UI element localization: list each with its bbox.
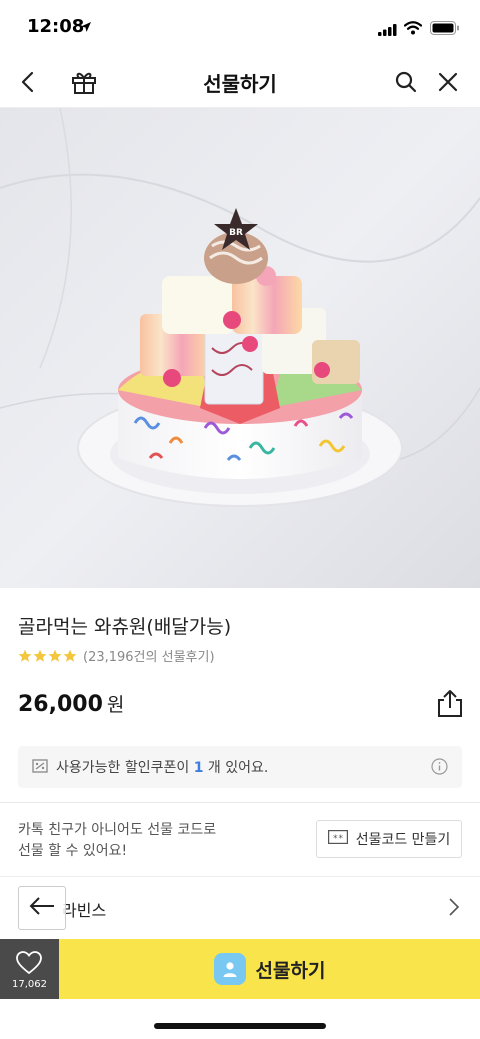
share-icon[interactable] bbox=[434, 688, 466, 720]
section-divider bbox=[0, 802, 480, 803]
brand-row[interactable]: 라빈스 bbox=[0, 877, 480, 939]
status-time: 12:08 bbox=[27, 16, 85, 37]
info-icon[interactable] bbox=[431, 758, 448, 779]
bottom-action-bar: 17,062 선물하기 bbox=[0, 939, 480, 999]
star-icon bbox=[33, 649, 47, 662]
nav-bar: 선물하기 bbox=[0, 56, 480, 108]
arrow-left-icon bbox=[28, 896, 56, 920]
star-icon bbox=[48, 649, 62, 662]
rating-row[interactable]: (23,196건의 선물후기) bbox=[18, 646, 215, 665]
giftcode-line-1: 카톡 친구가 아니어도 선물 코드로 bbox=[18, 822, 217, 838]
price-row: 26,000 원 bbox=[18, 690, 124, 717]
product-image[interactable]: BR bbox=[0, 108, 480, 588]
review-count[interactable]: (23,196건의 선물후기) bbox=[83, 646, 215, 665]
giftcode-icon: ** bbox=[327, 830, 348, 848]
profile-avatar-icon bbox=[213, 953, 246, 985]
brand-name: 라빈스 bbox=[62, 901, 107, 920]
giftcode-description: 카톡 친구가 아니어도 선물 코드로 선물 할 수 있어요! bbox=[18, 820, 278, 862]
price-unit: 원 bbox=[106, 694, 125, 716]
coupon-text: 사용가능한 할인쿠폰이 1 개 있어요. bbox=[56, 757, 268, 777]
create-giftcode-button[interactable]: ** 선물코드 만들기 bbox=[316, 820, 462, 858]
star-icon bbox=[63, 649, 77, 662]
star-icon bbox=[18, 649, 32, 662]
price-value: 26,000 bbox=[18, 692, 103, 717]
home-indicator bbox=[154, 1023, 326, 1029]
coupon-text-after: 개 있어요. bbox=[203, 760, 269, 776]
product-title: 골라먹는 와츄원(배달가능) bbox=[18, 616, 232, 638]
floating-back-button[interactable] bbox=[18, 886, 66, 930]
brand-mark-text: BR bbox=[229, 228, 243, 238]
heart-icon bbox=[16, 951, 42, 979]
battery-icon bbox=[430, 20, 460, 39]
search-icon[interactable] bbox=[392, 68, 420, 96]
coupon-icon bbox=[32, 758, 48, 777]
coupon-count: 1 bbox=[193, 760, 204, 776]
wifi-icon bbox=[403, 20, 423, 39]
like-button[interactable]: 17,062 bbox=[0, 939, 59, 999]
giftcode-icon-text: ** bbox=[332, 834, 343, 844]
gift-button-label: 선물하기 bbox=[255, 959, 326, 982]
like-count: 17,062 bbox=[12, 979, 47, 990]
gift-button[interactable]: 선물하기 bbox=[59, 939, 480, 999]
giftcode-line-2: 선물 할 수 있어요! bbox=[18, 843, 128, 859]
status-bar: 12:08 bbox=[0, 0, 480, 56]
close-icon[interactable] bbox=[434, 68, 462, 96]
coupon-banner[interactable]: 사용가능한 할인쿠폰이 1 개 있어요. bbox=[18, 746, 462, 788]
create-giftcode-label: 선물코드 만들기 bbox=[355, 832, 451, 848]
rating-stars bbox=[18, 649, 77, 663]
cellular-signal-icon bbox=[378, 21, 398, 40]
chevron-right-icon bbox=[448, 897, 460, 921]
coupon-text-before: 사용가능한 할인쿠폰이 bbox=[56, 760, 194, 776]
location-arrow-icon bbox=[80, 18, 92, 37]
